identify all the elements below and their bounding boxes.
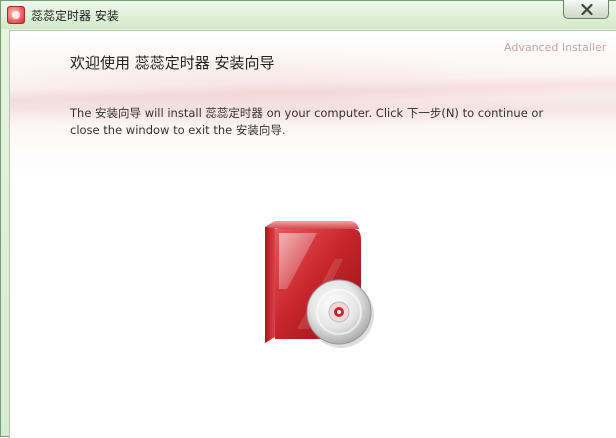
close-button[interactable]: [563, 0, 609, 19]
page-title: 欢迎使用 蕊蕊定时器 安装向导: [70, 54, 275, 72]
app-icon: [7, 6, 25, 24]
brand-label: Advanced Installer: [504, 41, 607, 54]
welcome-description: The 安装向导 will install 蕊蕊定时器 on your comp…: [70, 106, 544, 137]
close-icon: [581, 4, 593, 15]
title-bar[interactable]: 蕊蕊定时器 安装: [1, 0, 616, 29]
installer-box-icon: [265, 221, 374, 348]
installer-window: 蕊蕊定时器 安装 Advanced Installer 欢迎使用 蕊蕊定时器 安…: [0, 0, 616, 438]
header-banner: Advanced Installer 欢迎使用 蕊蕊定时器 安装向导 The 安…: [10, 31, 616, 181]
window-title: 蕊蕊定时器 安装: [31, 9, 119, 23]
wizard-page: Advanced Installer 欢迎使用 蕊蕊定时器 安装向导 The 安…: [9, 30, 616, 438]
